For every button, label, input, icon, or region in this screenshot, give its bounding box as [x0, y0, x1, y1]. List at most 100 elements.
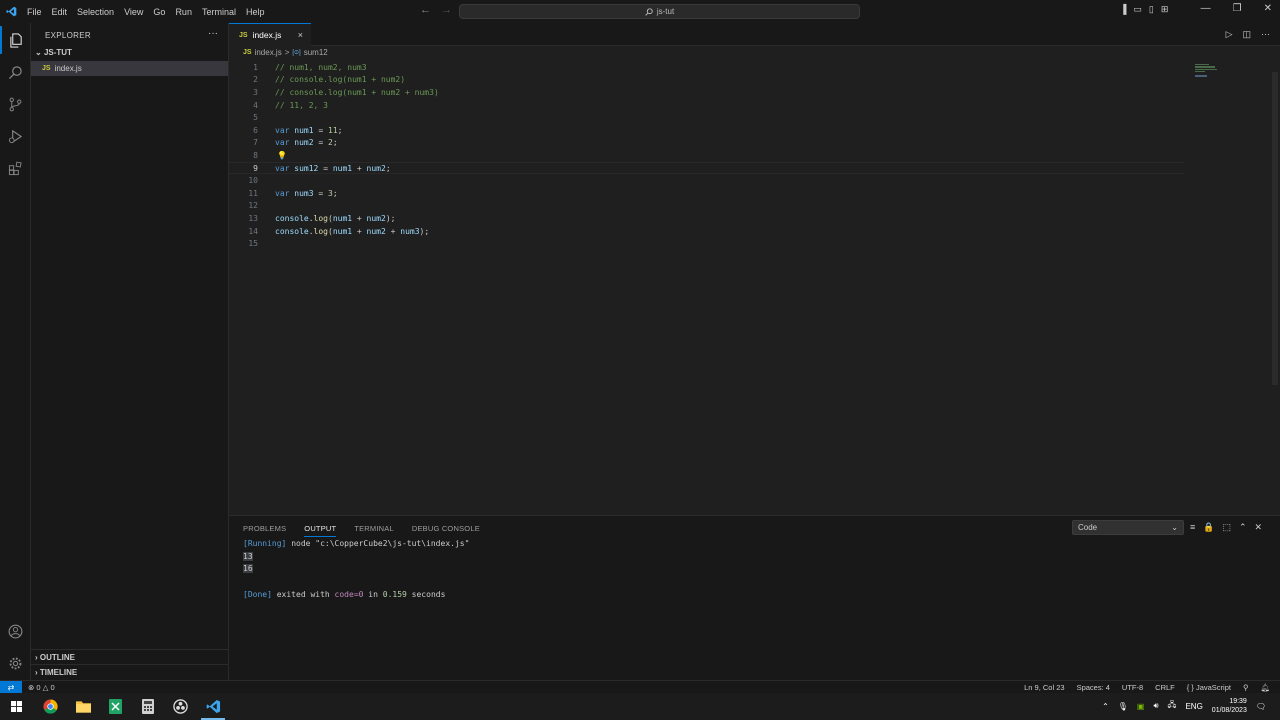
chrome-icon[interactable] — [42, 698, 58, 714]
customize-layout-icon[interactable]: ⊞ — [1161, 4, 1169, 15]
breadcrumb-file[interactable]: index.js — [255, 48, 282, 57]
menu-run[interactable]: Run — [170, 7, 197, 17]
back-arrow-icon[interactable]: ← — [420, 4, 431, 16]
line-number: 15 — [248, 239, 258, 249]
line-code: var num2 = 2; — [275, 138, 338, 148]
divider — [31, 649, 228, 650]
language-indicator[interactable]: ENG — [1185, 702, 1202, 711]
indentation[interactable]: Spaces: 4 — [1077, 683, 1110, 692]
tab-output[interactable]: OUTPUT — [304, 524, 337, 537]
toggle-panel-icon[interactable]: ▭ — [1133, 4, 1142, 15]
duration: 0.159 — [382, 589, 407, 599]
menu-bar: File Edit Selection View Go Run Terminal… — [22, 7, 269, 17]
file-explorer-icon[interactable] — [75, 698, 91, 714]
clock[interactable]: 19:39 01/08/2023 — [1212, 697, 1247, 715]
timeline-section[interactable]: › TIMELINE — [35, 668, 77, 677]
explorer-icon[interactable] — [0, 26, 31, 54]
language-mode[interactable]: { } JavaScript — [1187, 683, 1231, 692]
chevron-up-icon[interactable]: ⌃ — [1102, 702, 1109, 711]
more-editor-actions-icon[interactable]: ··· — [1261, 29, 1270, 40]
workspace-folder[interactable]: ⌄ JS-TUT — [35, 48, 72, 57]
javascript-file-icon: JS — [243, 49, 252, 56]
tab-terminal[interactable]: TERMINAL — [354, 524, 394, 537]
code-line: 4 // 11, 2, 3 — [229, 99, 1184, 112]
toggle-primary-sidebar-icon[interactable]: ▐ — [1120, 4, 1126, 15]
microphone-icon[interactable]: 🎙︎ — [1118, 702, 1128, 711]
output-channel-select[interactable]: Code ⌄ — [1072, 520, 1184, 535]
command-center-search[interactable]: js-tut — [459, 4, 860, 19]
minimap[interactable] — [1195, 64, 1217, 82]
volume-icon[interactable]: 🔊︎ — [1153, 701, 1158, 711]
lightbulb-icon[interactable]: 💡 — [277, 151, 287, 160]
feedback-icon[interactable]: ⚲ — [1243, 683, 1249, 692]
code-editor[interactable]: 1 // num1, num2, num3 2 // console.log(num… — [229, 58, 1280, 515]
obs-icon[interactable] — [172, 698, 188, 714]
menu-file[interactable]: File — [22, 7, 47, 17]
split-editor-icon[interactable]: ◫ — [1242, 29, 1251, 40]
explorer-sidebar: EXPLORER ··· ⌄ JS-TUT JS index.js › OUTL… — [31, 23, 229, 680]
run-debug-icon[interactable] — [0, 122, 31, 150]
encoding[interactable]: UTF-8 — [1122, 683, 1143, 692]
lock-scroll-icon[interactable]: 🔒 — [1203, 522, 1214, 533]
nvidia-icon[interactable]: ▣ — [1137, 702, 1145, 711]
calculator-icon[interactable] — [140, 698, 156, 714]
close-tab-icon[interactable]: × — [298, 30, 303, 40]
code-line: 2 // console.log(num1 + num2) — [229, 74, 1184, 87]
code-line: 3 // console.log(num1 + num2 + num3) — [229, 86, 1184, 99]
network-icon[interactable]: 🖧 — [1168, 699, 1177, 713]
code-line: 15 — [229, 237, 1184, 250]
run-code-icon[interactable]: ▷ — [1226, 29, 1233, 40]
menu-edit[interactable]: Edit — [47, 7, 73, 17]
chevron-right-icon: › — [35, 668, 38, 677]
notifications-bell-icon[interactable]: 🔔︎ — [1260, 683, 1270, 692]
outline-section[interactable]: › OUTLINE — [35, 653, 75, 662]
menu-terminal[interactable]: Terminal — [197, 7, 241, 17]
restore-icon[interactable]: ❐ — [1233, 3, 1242, 14]
editor-scrollbar[interactable] — [1272, 72, 1278, 385]
breadcrumb-separator: > — [284, 48, 290, 57]
menu-view[interactable]: View — [119, 7, 148, 17]
tab-label: index.js — [252, 30, 282, 40]
folder-name: JS-TUT — [43, 48, 72, 57]
cursor-position[interactable]: Ln 9, Col 23 — [1024, 683, 1064, 692]
windows-start-icon[interactable] — [8, 698, 24, 714]
extensions-icon[interactable] — [0, 154, 31, 182]
spreadsheet-app-icon[interactable] — [107, 698, 123, 714]
settings-gear-icon[interactable] — [0, 649, 31, 677]
tab-problems[interactable]: PROBLEMS — [243, 524, 286, 537]
menu-help[interactable]: Help — [241, 7, 270, 17]
breadcrumb-symbol[interactable]: sum12 — [304, 48, 328, 57]
maximize-panel-icon[interactable]: ⬚ — [1222, 522, 1231, 533]
windows-taskbar: ⌃ 🎙︎ ▣ 🔊︎ 🖧 ENG 19:39 01/08/2023 🗨︎ — [0, 693, 1280, 720]
sidebar-title: EXPLORER — [45, 31, 91, 40]
line-number: 13 — [248, 213, 258, 223]
search-icon[interactable] — [0, 58, 31, 86]
menu-go[interactable]: Go — [148, 7, 170, 17]
problems-indicator[interactable]: ⊗ 0 △ 0 — [28, 683, 55, 692]
more-actions-icon[interactable]: ··· — [208, 28, 218, 39]
run-command: node "c:\CopperCube2\js-tut\index.js" — [291, 539, 470, 548]
toggle-secondary-sidebar-icon[interactable]: ▯ — [1149, 4, 1154, 15]
close-panel-icon[interactable]: ✕ — [1255, 522, 1263, 533]
vscode-taskbar-icon[interactable] — [205, 698, 221, 714]
code-line: 10 — [229, 174, 1184, 187]
menu-selection[interactable]: Selection — [72, 7, 119, 17]
end-of-line[interactable]: CRLF — [1155, 683, 1175, 692]
title-bar: File Edit Selection View Go Run Terminal… — [0, 0, 1280, 23]
source-control-icon[interactable] — [0, 90, 31, 118]
tab-index-js[interactable]: JS index.js × — [229, 23, 311, 46]
tab-debug-console[interactable]: DEBUG CONSOLE — [412, 524, 480, 537]
output-channel-value: Code — [1078, 523, 1098, 532]
notification-center-icon[interactable]: 🗨︎ — [1256, 702, 1266, 711]
forward-arrow-icon[interactable]: → — [441, 4, 452, 16]
accounts-icon[interactable] — [0, 617, 31, 645]
close-window-icon[interactable]: ✕ — [1264, 3, 1272, 14]
line-code: console.log(num1 + num2); — [275, 213, 396, 223]
file-item-index-js[interactable]: JS index.js — [31, 61, 228, 76]
filter-lines-icon[interactable]: ≡ — [1190, 522, 1195, 533]
chevron-right-icon: › — [35, 653, 38, 662]
chevron-up-icon[interactable]: ⌃ — [1239, 522, 1247, 533]
panel-tabs: PROBLEMS OUTPUT TERMINAL DEBUG CONSOLE — [243, 524, 480, 537]
minimize-icon[interactable]: — — [1201, 3, 1211, 14]
line-number: 4 — [253, 100, 258, 110]
